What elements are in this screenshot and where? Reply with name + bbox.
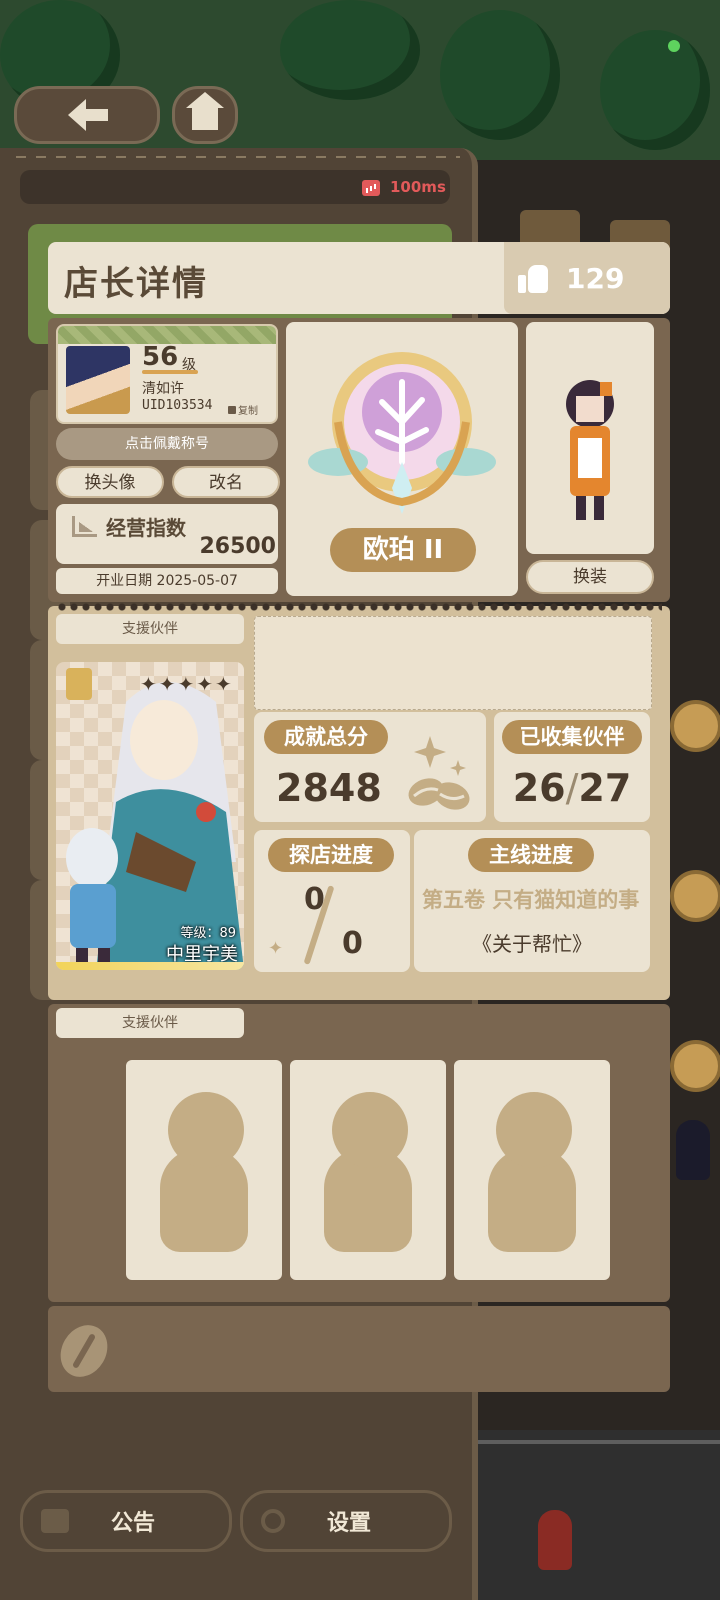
explore-label: 探店进度	[268, 838, 394, 872]
support-partner-tab[interactable]: 支援伙伴	[56, 614, 244, 644]
main-story-label: 主线进度	[468, 838, 594, 872]
coin-table	[670, 870, 720, 922]
player-uid: UID103534	[142, 398, 213, 413]
copy-uid-button[interactable]: 复制	[228, 402, 258, 417]
back-button[interactable]	[14, 86, 160, 144]
coin-table	[670, 700, 720, 752]
silhouette-icon	[324, 1092, 412, 1252]
main-story-chapter: 第五卷 只有猫知道的事	[422, 888, 640, 912]
home-icon	[186, 92, 224, 130]
copy-icon	[228, 405, 236, 414]
open-date: 开业日期 2025-05-07	[56, 568, 278, 594]
dialog-title: 店长详情	[64, 264, 208, 304]
message-box[interactable]	[254, 616, 652, 710]
player-card: 56 级 清如许 UID103534 复制	[56, 324, 278, 424]
achievement-card: 成就总分 2848	[254, 712, 486, 822]
rank-card: 欧珀 II	[286, 322, 518, 596]
partner-level: 等级：89	[180, 926, 236, 941]
notice-label: 公告	[111, 1511, 156, 1536]
element-badge-icon	[66, 668, 92, 700]
partner-slot-3[interactable]	[454, 1060, 610, 1280]
wear-title-button[interactable]: 点击佩戴称号	[56, 428, 278, 460]
player-level: 56	[142, 342, 179, 372]
like-button[interactable]: 129	[504, 242, 670, 314]
main-story-subtitle: 《关于帮忙》	[472, 932, 592, 956]
signal-icon	[362, 180, 380, 196]
avatar[interactable]	[66, 346, 130, 414]
coin-table	[670, 1040, 720, 1092]
collected-value: 26/27	[494, 766, 650, 810]
support-team-tab[interactable]: 支援伙伴	[56, 1008, 244, 1038]
silhouette-icon	[488, 1092, 576, 1252]
connection-dot-icon	[668, 40, 680, 52]
npc-character	[676, 1120, 710, 1180]
bottom-bar	[48, 1306, 670, 1392]
settings-button[interactable]: 设置	[240, 1490, 452, 1552]
business-index-label: 经营指数	[106, 516, 186, 540]
home-button[interactable]	[172, 86, 238, 144]
collected-count: 26	[512, 766, 566, 810]
change-avatar-button[interactable]: 换头像	[56, 466, 164, 498]
npc-character	[538, 1510, 572, 1570]
shop-owner-details-dialog: 店长详情 129 56 级 清如许 UID103534 复制 点击佩戴称号 换头…	[48, 242, 670, 1412]
business-index-value: 26500	[199, 534, 276, 559]
thumb-up-icon	[518, 263, 548, 293]
dialog-header: 店长详情 129	[48, 242, 670, 314]
ping-text: 100ms	[390, 178, 446, 196]
collected-partners-card: 已收集伙伴 26/27	[494, 712, 650, 822]
achievement-label: 成就总分	[264, 720, 388, 754]
tree	[600, 30, 710, 150]
collected-label: 已收集伙伴	[502, 720, 642, 754]
copy-label: 复制	[238, 406, 258, 417]
achievement-value: 2848	[276, 766, 382, 810]
settings-label: 设置	[327, 1511, 372, 1536]
partner-slot-1[interactable]	[126, 1060, 282, 1280]
business-index-box: 经营指数 26500	[56, 504, 278, 564]
rank-emblem-icon	[308, 352, 496, 514]
notice-icon	[41, 1509, 69, 1533]
rank-label: 欧珀 II	[330, 528, 476, 572]
player-name: 清如许	[142, 381, 184, 397]
level-bar	[142, 370, 198, 374]
collected-divider: /	[565, 766, 579, 810]
partner-stars: ✦✦✦✦✦	[140, 672, 234, 696]
explore-total: 0	[342, 926, 363, 961]
support-partner-card[interactable]: ✦✦✦✦✦ 等级：89 中里宇美	[56, 662, 244, 970]
partner-slot-2[interactable]	[290, 1060, 446, 1280]
chart-icon	[72, 516, 97, 537]
status-bar	[20, 170, 450, 204]
road	[470, 1430, 720, 1600]
coffee-bean-sparkle-icon	[408, 736, 470, 810]
tree	[280, 0, 420, 100]
main-story-card: 主线进度 第五卷 只有猫知道的事 《关于帮忙》	[414, 830, 650, 972]
arrow-left-icon	[68, 99, 108, 131]
tree	[440, 10, 560, 140]
outfit-card	[526, 322, 654, 554]
like-count: 129	[566, 261, 625, 295]
gear-icon	[261, 1509, 285, 1533]
rename-button[interactable]: 改名	[172, 466, 280, 498]
change-outfit-button[interactable]: 换装	[526, 560, 654, 594]
sparkle-icon: ✦	[268, 938, 284, 959]
silhouette-icon	[160, 1092, 248, 1252]
character-sprite	[566, 380, 614, 520]
collected-total: 27	[578, 766, 632, 810]
partner-rarity-bar	[56, 962, 244, 970]
notice-button[interactable]: 公告	[20, 1490, 232, 1552]
explore-progress-card: 探店进度 0 0 ✦	[254, 830, 410, 972]
